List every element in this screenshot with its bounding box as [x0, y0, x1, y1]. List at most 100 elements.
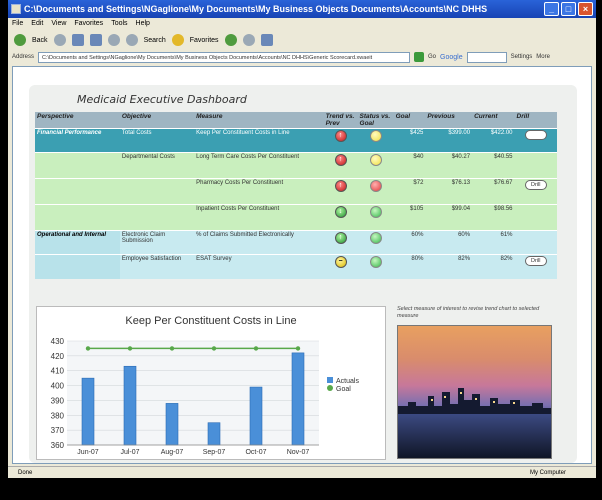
mail-icon[interactable]: [242, 34, 255, 46]
x-tick-label: Nov-07: [287, 449, 310, 456]
y-tick-label: 380: [51, 411, 65, 420]
legend-label: Goal: [336, 386, 351, 393]
menu-view[interactable]: View: [51, 18, 66, 30]
menu-bar: File Edit View Favorites Tools Help: [8, 18, 596, 30]
y-tick-label: 400: [51, 382, 65, 391]
toolbar: Back Search Favorites: [8, 30, 596, 50]
menu-file[interactable]: File: [12, 18, 23, 30]
dashboard-title: Medicaid Executive Dashboard: [77, 93, 247, 106]
col-objective: Objective: [119, 112, 195, 129]
col-drill: Drill: [514, 112, 557, 129]
status-green-icon: [369, 232, 382, 244]
goal-point: [127, 346, 133, 351]
print-icon[interactable]: [260, 34, 273, 46]
search-icon[interactable]: [125, 34, 138, 46]
maximize-button[interactable]: □: [561, 2, 576, 16]
perspective-cell: [35, 254, 120, 279]
search-label[interactable]: Search: [144, 37, 166, 44]
settings-label[interactable]: Settings: [511, 54, 533, 60]
goal-point: [169, 346, 175, 351]
trend-chart: Keep Per Constituent Costs in Line 360 37…: [36, 306, 386, 460]
current-cell: 61%: [472, 230, 515, 255]
current-cell: $422.00: [472, 128, 515, 153]
stop-icon[interactable]: [71, 34, 84, 46]
drill-button[interactable]: Drill: [525, 180, 547, 190]
current-cell: $76.67: [472, 178, 515, 205]
more-label[interactable]: More: [536, 54, 550, 60]
table-row[interactable]: Pharmacy Costs Per Constituent $72 $76.1…: [35, 178, 557, 205]
goal-point: [253, 346, 259, 351]
table-row[interactable]: Inpatient Costs Per Constituent $105 $99…: [35, 204, 557, 231]
objective-cell: Electronic Claim Submission: [119, 230, 195, 255]
favorites-icon[interactable]: [171, 34, 184, 46]
legend-item-actuals: Actuals: [327, 377, 359, 385]
table-row[interactable]: Financial Performance Total Costs Keep P…: [35, 128, 557, 153]
col-goal: Goal: [393, 112, 426, 129]
chart-legend: Actuals Goal: [327, 377, 359, 393]
menu-help[interactable]: Help: [136, 18, 150, 30]
previous-cell: $399.00: [425, 128, 473, 153]
menu-edit[interactable]: Edit: [31, 18, 43, 30]
x-tick-label: Jul-07: [120, 449, 139, 456]
measure-cell[interactable]: Inpatient Costs Per Constituent: [194, 204, 324, 231]
menu-tools[interactable]: Tools: [111, 18, 127, 30]
current-cell: 82%: [472, 254, 515, 279]
home-icon[interactable]: [107, 34, 120, 46]
favorites-label[interactable]: Favorites: [190, 37, 219, 44]
bar: [123, 365, 137, 446]
goal-cell: $72: [393, 178, 426, 205]
col-status: Status vs. Goal: [357, 112, 394, 129]
drill-cell: [514, 204, 557, 231]
media-icon[interactable]: [224, 34, 237, 46]
title-bar: C:\Documents and Settings\NGaglione\My D…: [8, 0, 596, 18]
goal-cell: 60%: [393, 230, 426, 255]
measure-cell[interactable]: Keep Per Constituent Costs in Line: [194, 128, 324, 153]
bar: [291, 352, 305, 446]
address-bar: Address C:\Documents and Settings\NGagli…: [8, 50, 596, 64]
back-icon[interactable]: [14, 34, 26, 46]
plot-area: [67, 341, 319, 445]
bar: [249, 386, 263, 446]
forward-icon[interactable]: [53, 34, 66, 46]
perspective-cell: Operational and Internal: [35, 230, 120, 255]
close-button[interactable]: ×: [578, 2, 593, 16]
goal-cell: $425: [393, 128, 426, 153]
window-title: C:\Documents and Settings\NGaglione\My D…: [24, 4, 488, 14]
measure-cell[interactable]: % of Claims Submitted Electronically: [194, 230, 324, 255]
kpi-table: Perspective Objective Measure Trend vs. …: [35, 112, 557, 279]
drill-cell: [514, 230, 557, 255]
measure-cell[interactable]: ESAT Survey: [194, 254, 324, 279]
table-row[interactable]: Operational and Internal Electronic Clai…: [35, 230, 557, 255]
measure-cell[interactable]: Long Term Care Costs Per Constituent: [194, 152, 324, 179]
measure-cell[interactable]: Pharmacy Costs Per Constituent: [194, 178, 324, 205]
y-tick-label: 390: [51, 396, 65, 405]
goal-cell: 80%: [393, 254, 426, 279]
trend-down-icon: [334, 206, 347, 218]
perspective-cell: [35, 152, 120, 179]
trend-up-icon: [334, 180, 347, 192]
go-label[interactable]: Go: [428, 54, 436, 60]
go-icon[interactable]: [414, 52, 425, 62]
perspective-cell: [35, 178, 120, 205]
refresh-icon[interactable]: [89, 34, 102, 46]
status-red-icon: [369, 180, 382, 192]
y-tick-label: 420: [51, 352, 65, 361]
x-tick-label: Sep-07: [203, 449, 226, 456]
ie-icon: [11, 4, 21, 14]
previous-cell: 82%: [425, 254, 473, 279]
minimize-button[interactable]: _: [544, 2, 559, 16]
table-row[interactable]: Departmental Costs Long Term Care Costs …: [35, 152, 557, 179]
status-green-icon: [369, 256, 382, 268]
address-field[interactable]: C:\Documents and Settings\NGaglione\My D…: [38, 51, 411, 63]
perspective-cell: Financial Performance: [35, 128, 120, 153]
goal-point: [295, 346, 301, 351]
bar: [165, 403, 179, 446]
google-search-input[interactable]: [466, 51, 507, 63]
menu-favorites[interactable]: Favorites: [74, 18, 103, 30]
drill-button[interactable]: Drill: [525, 256, 547, 266]
back-label[interactable]: Back: [32, 37, 48, 44]
city-skyline-image: [397, 325, 552, 459]
col-measure: Measure: [194, 112, 324, 129]
drill-button[interactable]: Drill: [525, 130, 547, 140]
table-row[interactable]: Employee Satisfaction ESAT Survey 80% 82…: [35, 254, 557, 279]
